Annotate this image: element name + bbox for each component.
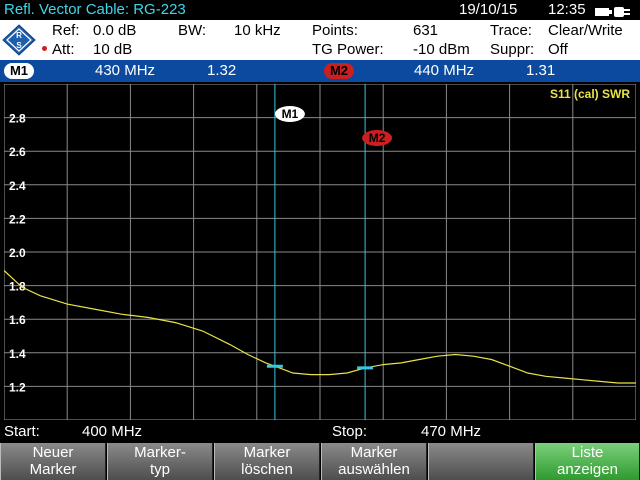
tg-power-value: -10 dBm [413, 41, 470, 58]
softkey-label-line2: Marker [29, 461, 77, 478]
softkey-bar: Neuer Marker Marker- typ Marker löschen … [0, 443, 640, 480]
marker-badge-m1[interactable]: M1 [274, 106, 305, 122]
settings-info-bar: R S Ref: 0.0 dB Att: 10 dB BW: 10 kHz Po… [0, 20, 640, 60]
stop-label: Stop: [332, 423, 368, 440]
start-label: Start: [4, 423, 40, 440]
softkey-label-line2: anzeigen [557, 461, 618, 478]
bw-value: 10 kHz [234, 22, 281, 39]
show-list-softkey[interactable]: Liste anzeigen [535, 443, 640, 480]
softkey-label-line1: Marker- [134, 444, 186, 461]
att-label: Att: [52, 41, 75, 58]
points-value: 631 [413, 22, 439, 39]
points-label: Points: [312, 22, 358, 39]
svg-text:M1: M1 [282, 107, 299, 121]
softkey-label-line2: löschen [241, 461, 293, 478]
suppr-label: Suppr: [490, 41, 535, 58]
title-bar: Refl. Vector Cable: RG-223 19/10/15 12:3… [0, 0, 640, 20]
y-tick-label: 2.2 [9, 212, 26, 226]
time-display: 12:35 [548, 1, 586, 18]
svg-text:S: S [16, 41, 22, 50]
delete-marker-softkey[interactable]: Marker löschen [214, 443, 320, 480]
new-marker-softkey[interactable]: Neuer Marker [0, 443, 106, 480]
select-marker-softkey[interactable]: Marker auswählen [321, 443, 427, 480]
date-display: 19/10/15 [459, 1, 518, 18]
m1-frequency: 430 MHz [95, 62, 156, 79]
svg-text:M2: M2 [369, 131, 386, 145]
tg-power-label: TG Power: [312, 41, 384, 58]
softkey-label-line1: Marker [350, 444, 398, 461]
softkey-label-line1: Liste [571, 444, 604, 461]
att-value: 10 dB [93, 41, 133, 58]
marker-readout-bar: M1 430 MHz 1.32 M2 440 MHz 1.31 [0, 60, 640, 82]
bw-label: BW: [178, 22, 207, 39]
m2-badge[interactable]: M2 [324, 63, 354, 79]
rs-logo-icon: R S [2, 24, 36, 61]
y-tick-label: 2.0 [9, 246, 26, 260]
swr-chart: 1.2 1.4 1.6 1.8 2.0 2.2 2.4 2.6 2.8 M1 M2 S11 (ca… [3, 83, 637, 421]
trace-mode-value: Clear/Write [548, 22, 623, 39]
swr-plot[interactable]: 1.2 1.4 1.6 1.8 2.0 2.2 2.4 2.6 2.8 M1 M2 S11 (ca… [3, 83, 637, 421]
y-tick-label: 2.8 [9, 112, 26, 126]
empty-softkey[interactable] [428, 443, 534, 480]
softkey-label-line1: Marker [243, 444, 291, 461]
y-tick-label: 2.4 [9, 179, 26, 193]
frequency-span-bar: Start: 400 MHz Stop: 470 MHz [0, 422, 640, 442]
m2-value: 1.31 [526, 62, 556, 79]
ref-value: 0.0 dB [93, 22, 137, 39]
measurement-title: Refl. Vector Cable: RG-223 [4, 1, 186, 18]
m1-badge[interactable]: M1 [4, 63, 34, 79]
stop-frequency[interactable]: 470 MHz [421, 422, 481, 442]
trace-mode-label: Trace: [490, 22, 532, 39]
y-tick-label: 1.8 [9, 280, 26, 294]
marker-badge-m2[interactable]: M2 [362, 130, 393, 146]
ref-label: Ref: [52, 22, 80, 39]
y-tick-label: 1.6 [9, 313, 26, 327]
marker-type-softkey[interactable]: Marker- typ [107, 443, 213, 480]
y-tick-label: 2.6 [9, 145, 26, 159]
start-frequency[interactable]: 400 MHz [82, 422, 142, 442]
trace-label: S11 (cal) SWR [550, 87, 630, 101]
softkey-label-line1: Neuer [32, 444, 74, 461]
y-tick-label: 1.2 [9, 380, 26, 394]
softkey-label-line2: auswählen [338, 461, 410, 478]
suppr-value: Off [548, 41, 568, 58]
softkey-label-line2: typ [149, 461, 170, 478]
y-tick-label: 1.4 [9, 347, 26, 361]
m1-value: 1.32 [207, 62, 237, 79]
m2-frequency: 440 MHz [414, 62, 475, 79]
att-indicator-dot-icon [42, 46, 47, 51]
svg-text:R: R [16, 31, 22, 40]
